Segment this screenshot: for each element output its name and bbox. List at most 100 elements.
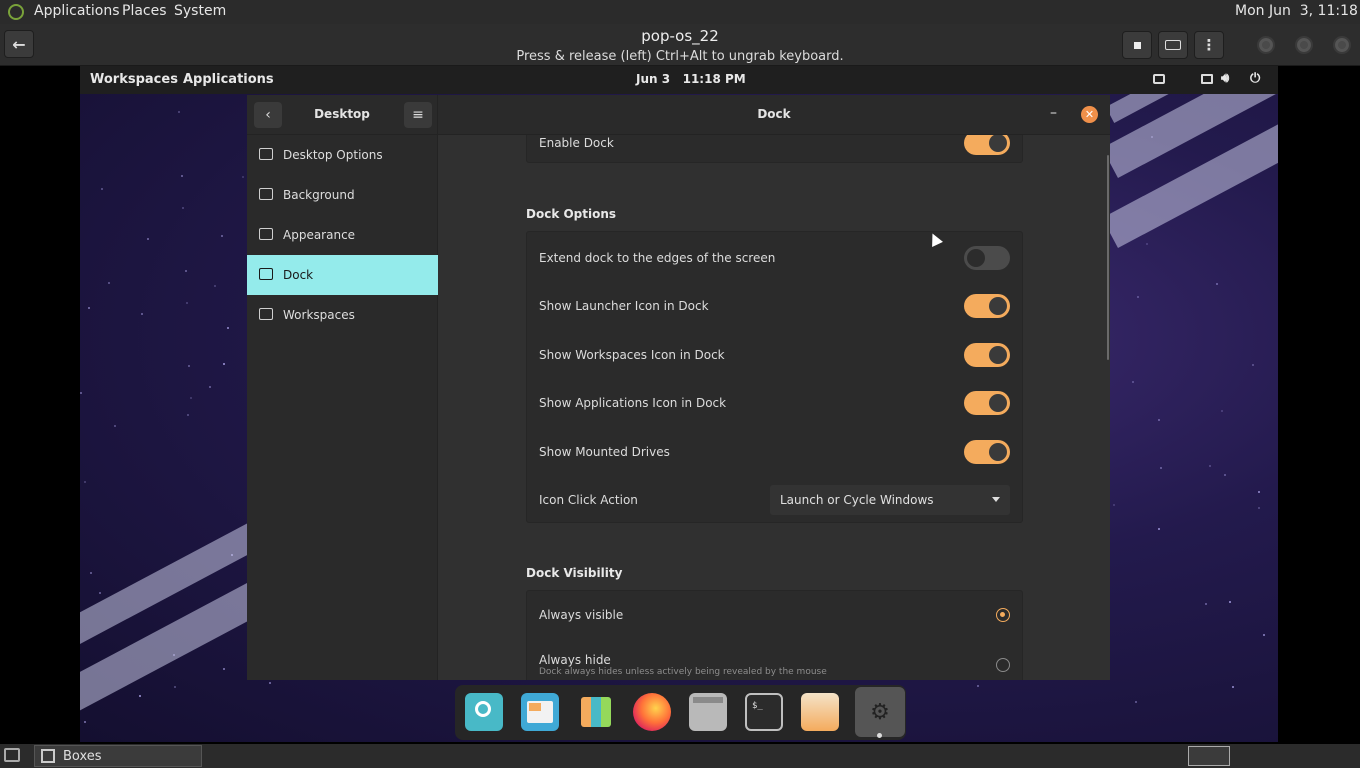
dock-option-row: Show Mounted Drives <box>527 428 1024 476</box>
host-top-panel: Applications Places System Mon Jun 3, 11… <box>0 0 1360 24</box>
star <box>269 682 271 684</box>
boxes-icon <box>41 749 55 763</box>
show-desktop-icon[interactable] <box>4 748 20 762</box>
firefox-icon[interactable] <box>633 693 671 731</box>
star <box>227 327 229 329</box>
network-icon[interactable] <box>1153 74 1165 84</box>
dock-options-title: Dock Options <box>526 207 617 221</box>
dock-option-label: Show Launcher Icon in Dock <box>539 299 709 313</box>
star <box>174 686 176 688</box>
settings-icon[interactable]: ⚙ <box>855 687 905 737</box>
star <box>114 425 116 427</box>
guest-screen[interactable]: Workspaces Applications Jun 3 11:18 PM 🔊… <box>80 66 1278 742</box>
star <box>214 285 216 287</box>
keyboard-button[interactable] <box>1158 31 1188 59</box>
settings-content[interactable]: Enable Dock Dock Options Extend dock to … <box>438 135 1110 680</box>
sidebar-item-dock[interactable]: Dock <box>247 255 438 295</box>
close-icon[interactable]: ✕ <box>1081 106 1098 123</box>
search-icon[interactable] <box>465 693 503 731</box>
dock-option-label: Show Workspaces Icon in Dock <box>539 348 725 362</box>
star <box>1158 528 1160 530</box>
guest-clock[interactable]: Jun 3 11:18 PM <box>636 72 746 86</box>
star <box>186 302 188 304</box>
dock-visibility-card: Always visible Always hide Dock always h… <box>526 590 1023 680</box>
terminal-icon[interactable]: $_ <box>745 693 783 731</box>
dock-option-label: Show Mounted Drives <box>539 445 670 459</box>
settings-sidebar: Desktop Options Background Appearance Do… <box>247 135 438 680</box>
always-hide-description: Dock always hides unless actively being … <box>539 667 827 677</box>
volume-icon[interactable]: 🔊︎ <box>1221 71 1229 86</box>
guest-workspaces-button[interactable]: Workspaces <box>90 72 178 87</box>
always-visible-label: Always visible <box>539 608 624 622</box>
close-window-icon[interactable] <box>1333 36 1351 54</box>
minimize-window-icon[interactable] <box>1257 36 1275 54</box>
always-hide-label: Always hide <box>539 653 611 667</box>
pop-shop-icon[interactable] <box>521 693 559 731</box>
menu-button[interactable]: ⋮ <box>1194 31 1224 59</box>
installer-icon[interactable] <box>801 693 839 731</box>
extend-dock-toggle[interactable] <box>964 246 1010 270</box>
keyboard-icon <box>1165 40 1181 50</box>
always-visible-row[interactable]: Always visible <box>527 591 1024 639</box>
star <box>1232 686 1234 688</box>
sidebar-back-button[interactable]: ‹ <box>254 102 282 128</box>
app-grid-icon[interactable] <box>577 693 615 731</box>
hamburger-icon: ≡ <box>412 107 424 123</box>
star <box>1146 243 1148 245</box>
star <box>1263 634 1265 636</box>
host-menu-icon[interactable] <box>8 4 24 20</box>
always-visible-radio[interactable] <box>996 608 1010 622</box>
content-scrollbar[interactable] <box>1107 155 1109 360</box>
monitor-icon <box>259 148 273 160</box>
always-hide-row[interactable]: Always hide Dock always hides unless act… <box>527 641 1024 680</box>
star <box>1135 701 1137 703</box>
stop-button[interactable] <box>1122 31 1152 59</box>
display-icon[interactable] <box>1201 74 1213 84</box>
star <box>1132 381 1134 383</box>
launcher-icon-toggle[interactable] <box>964 294 1010 318</box>
sidebar-item-desktop-options[interactable]: Desktop Options <box>247 135 438 175</box>
star <box>1258 507 1260 509</box>
sidebar-title: Desktop <box>314 107 370 121</box>
guest-applications-button[interactable]: Applications <box>183 72 274 87</box>
stop-icon <box>1133 41 1141 49</box>
power-icon[interactable]: ⏻ <box>1250 71 1260 86</box>
guest-dock: $_ ⚙ <box>455 685 906 740</box>
sidebar-item-label: Background <box>283 188 355 202</box>
sidebar-item-label: Workspaces <box>283 308 355 322</box>
chevron-down-icon <box>992 497 1000 502</box>
sidebar-item-background[interactable]: Background <box>247 175 438 215</box>
taskbar-item-boxes[interactable]: Boxes <box>34 745 202 767</box>
mounted-drives-toggle[interactable] <box>964 440 1010 464</box>
minimize-icon[interactable]: – <box>1050 105 1057 121</box>
workspace-switcher-icon[interactable] <box>1188 746 1230 766</box>
appearance-icon <box>259 228 273 240</box>
star <box>209 386 211 388</box>
host-menu-applications[interactable]: Applications <box>34 3 120 19</box>
workspaces-icon-toggle[interactable] <box>964 343 1010 367</box>
star <box>1221 410 1223 412</box>
sidebar-menu-button[interactable]: ≡ <box>404 102 432 128</box>
sidebar-item-workspaces[interactable]: Workspaces <box>247 295 438 335</box>
dock-option-row: Show Applications Icon in Dock <box>527 379 1024 427</box>
icon-click-action-dropdown[interactable]: Launch or Cycle Windows <box>770 485 1010 515</box>
host-clock[interactable]: Mon Jun 3, 11:18 PM <box>1235 3 1360 19</box>
files-icon[interactable] <box>689 693 727 731</box>
icon-click-action-row: Icon Click Action Launch or Cycle Window… <box>527 476 1024 524</box>
always-hide-radio[interactable] <box>996 658 1010 672</box>
dock-option-label: Extend dock to the edges of the screen <box>539 251 776 265</box>
maximize-window-icon[interactable] <box>1295 36 1313 54</box>
vm-title: pop-os_22 <box>641 27 719 45</box>
applications-icon-toggle[interactable] <box>964 391 1010 415</box>
host-menu-system[interactable]: System <box>174 3 226 19</box>
star <box>1205 603 1207 605</box>
dropdown-value: Launch or Cycle Windows <box>780 493 934 507</box>
main-header: Dock – ✕ <box>438 95 1110 135</box>
sidebar-item-label: Appearance <box>283 228 356 242</box>
sidebar-item-appearance[interactable]: Appearance <box>247 215 438 255</box>
enable-dock-toggle[interactable] <box>964 135 1010 155</box>
star <box>90 572 92 574</box>
host-menu-places[interactable]: Places <box>122 3 167 19</box>
sidebar-header: ‹ Desktop ≡ <box>247 95 438 135</box>
star <box>182 207 184 209</box>
